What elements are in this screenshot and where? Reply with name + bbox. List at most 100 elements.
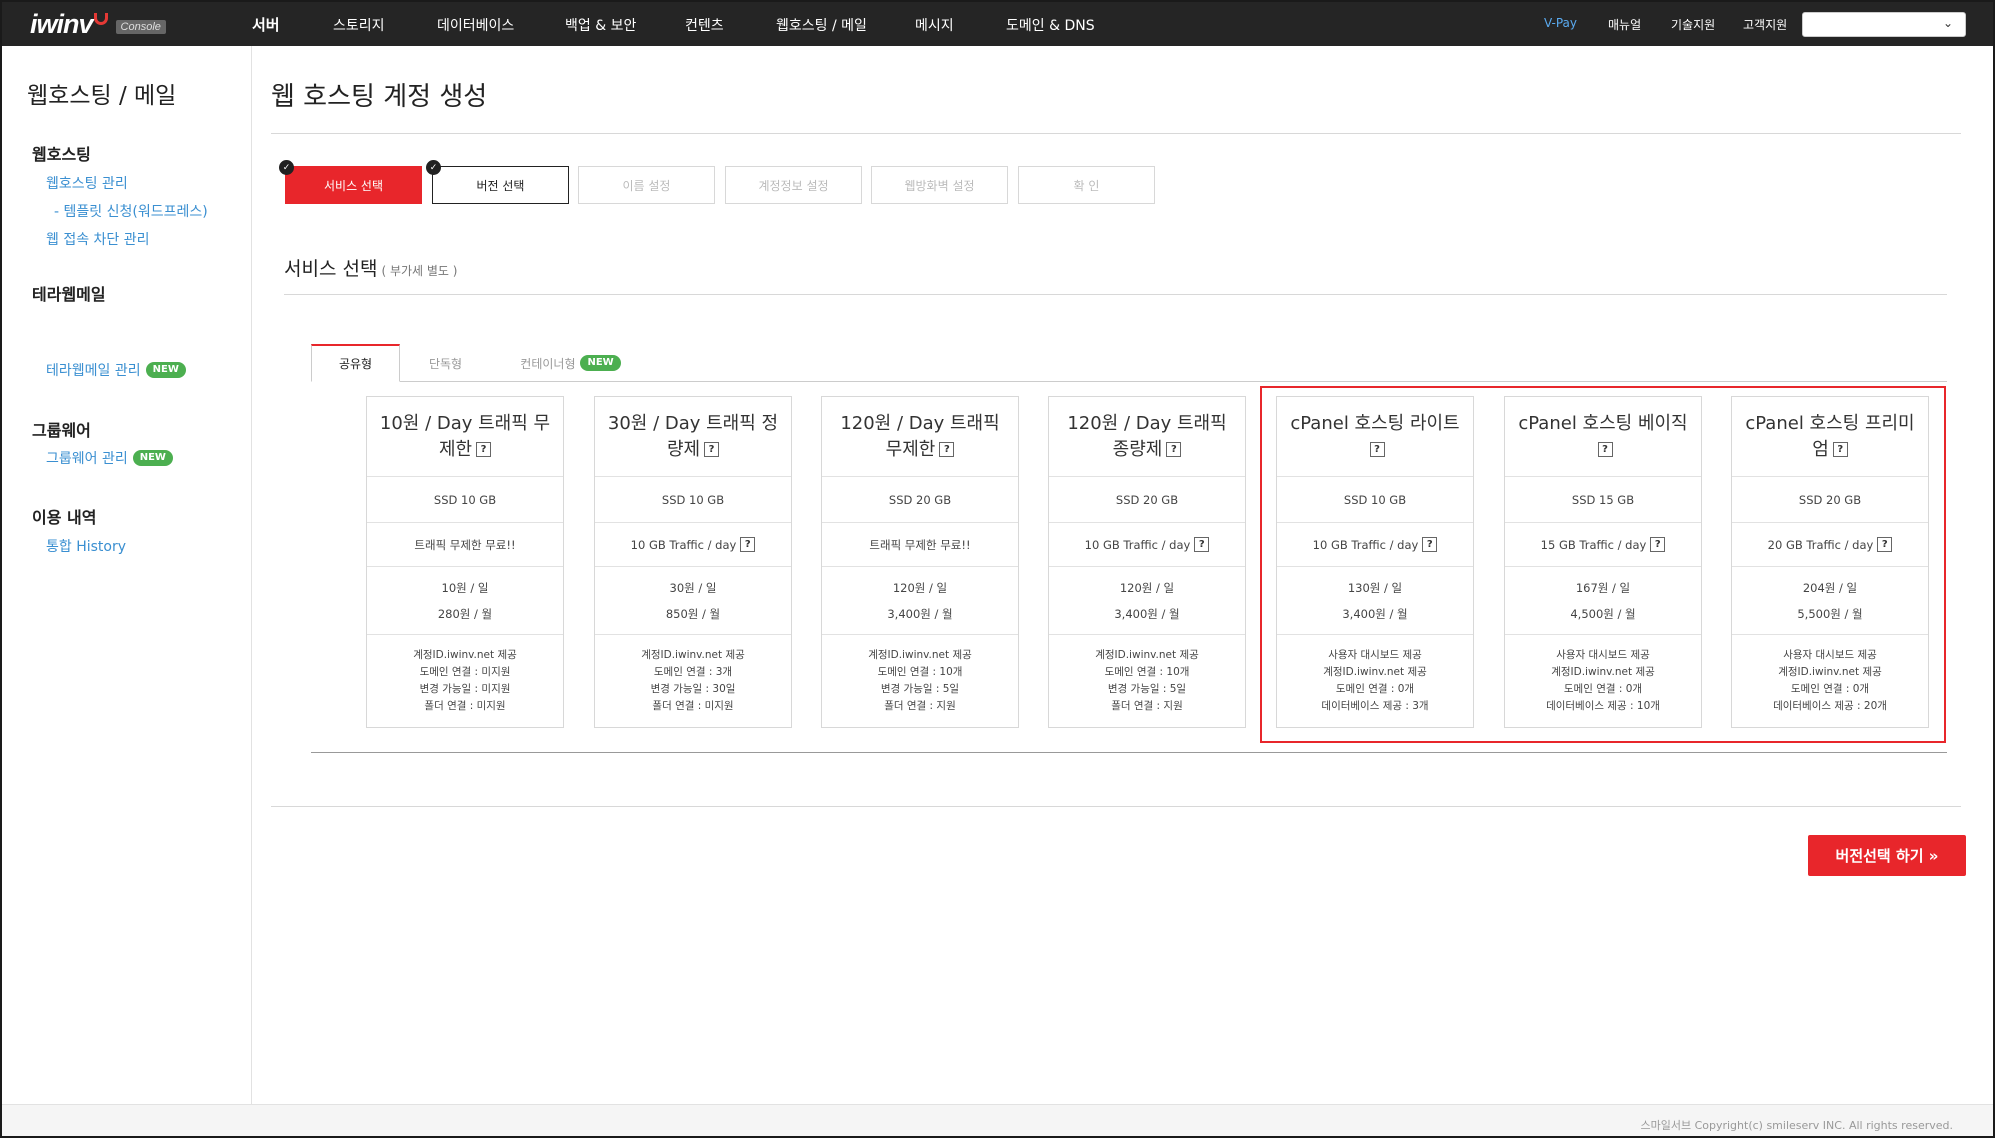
- plan-title-text: 120원 / Day 트래픽 종량제: [1067, 412, 1227, 460]
- plan-card[interactable]: 120원 / Day 트래픽 종량제? SSD 20 GB 10 GB Traffi…: [1048, 396, 1246, 728]
- menu-server[interactable]: 서버: [252, 14, 280, 35]
- top-navbar: iwinv Console 서버 스토리지 데이터베이스 백업 & 보안 컨텐츠…: [2, 2, 1993, 46]
- plan-title-text: 30원 / Day 트래픽 정량제: [607, 412, 779, 460]
- step-label: 버전 선택: [476, 178, 525, 193]
- next-version-select-button[interactable]: 버전선택 하기 »: [1808, 835, 1966, 876]
- sidebar-title: 웹호스팅 / 메일: [27, 83, 177, 109]
- plan-price-month: 3,400원 / 월: [1342, 606, 1408, 621]
- sidebar-item-web-access-block[interactable]: 웹 접속 차단 관리: [46, 229, 150, 249]
- step-version-select: ✓ 버전 선택: [426, 160, 569, 204]
- sidebar-section-usage: 이용 내역: [32, 508, 97, 527]
- section-divider: [284, 294, 1947, 295]
- menu-webhosting-mail[interactable]: 웹호스팅 / 메일: [776, 15, 867, 35]
- plan-card[interactable]: 120원 / Day 트래픽 무제한? SSD 20 GB 트래픽 무제한 무료!!…: [821, 396, 1019, 728]
- sidebar-item-webhosting-manage[interactable]: 웹호스팅 관리: [46, 173, 128, 193]
- link-customer-support[interactable]: 고객지원: [1743, 16, 1787, 33]
- plan-card[interactable]: cPanel 호스팅 프리미엄? SSD 20 GB 20 GB Traffic /…: [1731, 396, 1929, 728]
- plan-title-text: 10원 / Day 트래픽 무제한: [379, 412, 551, 460]
- footer: 스마일서브 Copyright(c) smileserv INC. All ri…: [2, 1104, 1993, 1136]
- plan-title: cPanel 호스팅 라이트?: [1277, 397, 1473, 477]
- title-divider: [271, 133, 1961, 134]
- account-select[interactable]: ⌄: [1802, 12, 1966, 37]
- sidebar-item-terawebmail-manage[interactable]: 테라웹메일 관리 NEW: [46, 360, 186, 380]
- page-title: 웹 호스팅 계정 생성: [271, 82, 488, 112]
- plan-feature: 도메인 연결 : 10개: [1104, 666, 1190, 678]
- plan-feature: 계정ID.iwinv.net 제공: [1551, 666, 1655, 678]
- sidebar-item-template-wordpress[interactable]: - 템플릿 신청(워드프레스): [54, 201, 208, 221]
- plan-traffic-text: 10 GB Traffic / day: [1312, 537, 1419, 552]
- plan-feature: 데이터베이스 제공 : 3개: [1321, 700, 1429, 712]
- logo-text: iwinv: [30, 8, 94, 39]
- tab-dedicated[interactable]: 단독형: [408, 344, 483, 382]
- sidebar-section-groupware: 그룹웨어: [32, 421, 91, 440]
- help-icon[interactable]: ?: [1597, 442, 1613, 457]
- plan-card[interactable]: cPanel 호스팅 베이직? SSD 15 GB 15 GB Traffic / …: [1504, 396, 1702, 728]
- help-icon[interactable]: ?: [1422, 537, 1438, 552]
- sidebar-item-label: 테라웹메일 관리: [46, 363, 141, 379]
- menu-domain-dns[interactable]: 도메인 & DNS: [1006, 15, 1095, 35]
- plan-card[interactable]: 30원 / Day 트래픽 정량제? SSD 10 GB 10 GB Traffic…: [594, 396, 792, 728]
- help-icon[interactable]: ?: [1832, 442, 1848, 457]
- help-icon[interactable]: ?: [1877, 537, 1893, 552]
- section-title: 서비스 선택( 부가세 별도 ): [284, 254, 457, 281]
- plan-feature: 변경 가능일 : 5일: [880, 683, 960, 695]
- plan-price: 167원 / 일 4,500원 / 월: [1505, 567, 1701, 635]
- plan-price-day: 167원 / 일: [1575, 580, 1631, 595]
- step-service-select: ✓ 서비스 선택: [279, 160, 422, 204]
- sidebar: 웹호스팅 / 메일 웹호스팅 웹호스팅 관리 - 템플릿 신청(워드프레스) 웹…: [2, 46, 252, 1104]
- help-icon[interactable]: ?: [1194, 537, 1210, 552]
- menu-database[interactable]: 데이터베이스: [437, 15, 514, 35]
- help-icon[interactable]: ?: [1369, 442, 1385, 457]
- sidebar-item-history[interactable]: 통합 History: [46, 536, 126, 556]
- help-icon[interactable]: ?: [476, 442, 492, 457]
- plan-feature: 사용자 대시보드 제공: [1328, 649, 1422, 661]
- plan-title-text: cPanel 호스팅 베이직: [1518, 412, 1688, 434]
- help-icon[interactable]: ?: [1650, 537, 1666, 552]
- plan-features: 사용자 대시보드 제공 계정ID.iwinv.net 제공 도메인 연결 : 0개 데…: [1505, 635, 1701, 727]
- plan-price-day: 130원 / 일: [1347, 580, 1403, 595]
- plan-feature: 데이터베이스 제공 : 10개: [1546, 700, 1660, 712]
- help-icon[interactable]: ?: [1166, 442, 1182, 457]
- menu-backup-security[interactable]: 백업 & 보안: [565, 15, 636, 35]
- logo[interactable]: iwinv Console: [30, 8, 166, 40]
- step-waf-setting: 웹방화벽 설정: [871, 166, 1008, 204]
- plan-card[interactable]: 10원 / Day 트래픽 무제한? SSD 10 GB 트래픽 무제한 무료!! 1…: [366, 396, 564, 728]
- plan-feature: 도메인 연결 : 0개: [1790, 683, 1870, 695]
- plan-traffic-text: 20 GB Traffic / day: [1767, 537, 1874, 552]
- help-icon[interactable]: ?: [704, 442, 720, 457]
- tab-shared[interactable]: 공유형: [311, 344, 400, 382]
- plan-price: 10원 / 일 280원 / 월: [367, 567, 563, 635]
- sidebar-item-label: 그룹웨어 관리: [46, 451, 128, 467]
- menu-storage[interactable]: 스토리지: [333, 15, 385, 35]
- plan-traffic: 10 GB Traffic / day?: [1049, 523, 1245, 567]
- plan-traffic: 트래픽 무제한 무료!!: [367, 523, 563, 567]
- step-account-info: 계정정보 설정: [725, 166, 862, 204]
- sidebar-item-groupware-manage[interactable]: 그룹웨어 관리 NEW: [46, 448, 173, 468]
- plan-feature: 계정ID.iwinv.net 제공: [1095, 649, 1199, 661]
- link-vpay[interactable]: V-Pay: [1544, 16, 1577, 30]
- step-label: 확 인: [1073, 178, 1100, 193]
- plan-title: cPanel 호스팅 베이직?: [1505, 397, 1701, 477]
- plan-title: 120원 / Day 트래픽 무제한?: [822, 397, 1018, 477]
- step-label: 서비스 선택: [323, 178, 383, 193]
- link-manual[interactable]: 매뉴얼: [1608, 16, 1641, 33]
- tab-label: 공유형: [338, 357, 373, 371]
- plan-feature: 도메인 연결 : 0개: [1335, 683, 1415, 695]
- sidebar-item-label: 웹호스팅 관리: [46, 176, 128, 192]
- menu-message[interactable]: 메시지: [915, 15, 954, 35]
- tab-container[interactable]: 컨테이너형 NEW: [508, 344, 633, 382]
- plan-card[interactable]: cPanel 호스팅 라이트? SSD 10 GB 10 GB Traffic / …: [1276, 396, 1474, 728]
- plan-feature: 도메인 연결 : 10개: [877, 666, 963, 678]
- tab-label: 단독형: [428, 356, 463, 371]
- help-icon[interactable]: ?: [740, 537, 756, 552]
- menu-contents[interactable]: 컨텐츠: [685, 15, 724, 35]
- plan-features: 계정ID.iwinv.net 제공 도메인 연결 : 10개 변경 가능일 : 5일…: [1049, 635, 1245, 727]
- help-icon[interactable]: ?: [939, 442, 955, 457]
- plan-ssd: SSD 10 GB: [367, 477, 563, 523]
- sidebar-section-terawebmail: 테라웹메일: [32, 285, 106, 304]
- link-tech-support[interactable]: 기술지원: [1671, 16, 1715, 33]
- plan-feature: 도메인 연결 : 3개: [653, 666, 733, 678]
- step-label: 계정정보 설정: [758, 178, 829, 193]
- plan-feature: 사용자 대시보드 제공: [1783, 649, 1877, 661]
- plan-feature: 폴더 연결 : 미지원: [424, 700, 506, 712]
